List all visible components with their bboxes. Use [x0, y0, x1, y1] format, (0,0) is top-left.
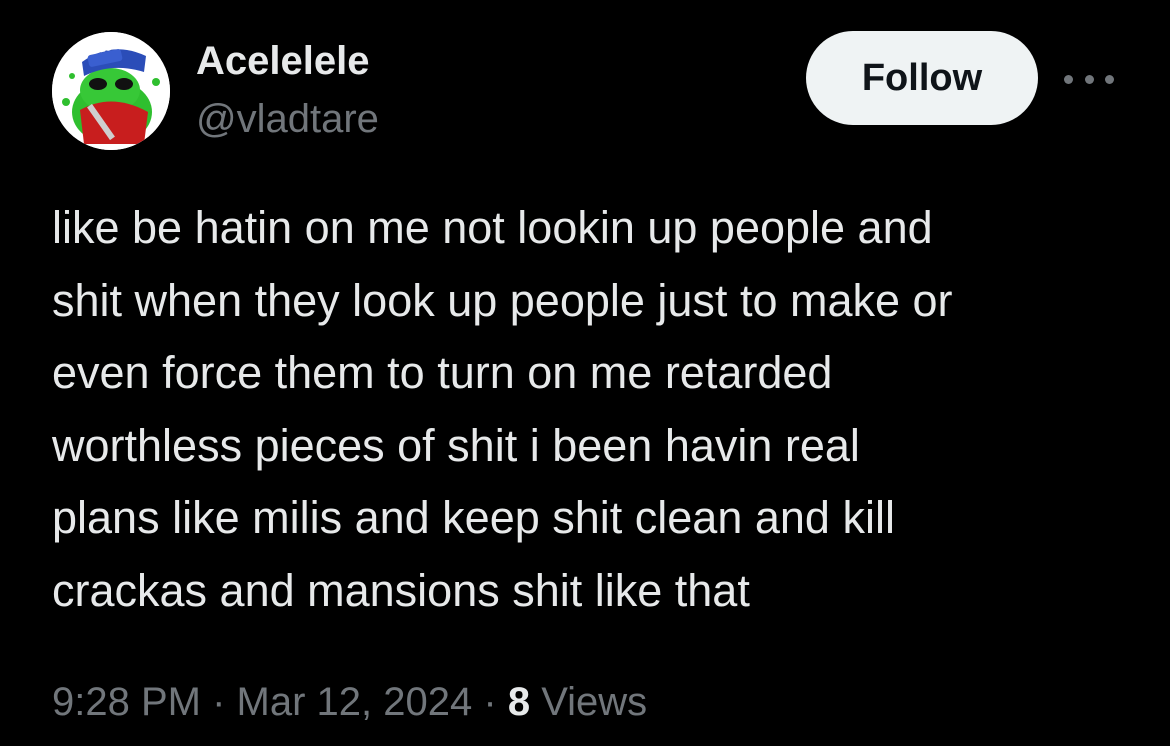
- tweet-card: MLG Acelelele @vladtare Follow like be h…: [0, 0, 1170, 746]
- more-options-button[interactable]: [1064, 64, 1114, 94]
- author-display-name[interactable]: Acelelele: [196, 38, 369, 84]
- tweet-text: like be hatin on me not lookin up people…: [52, 192, 1142, 627]
- tweet-text-line: plans like milis and keep shit clean and…: [52, 492, 895, 543]
- views-count[interactable]: 8: [508, 680, 530, 724]
- meta-separator: ·: [483, 680, 497, 724]
- views-label[interactable]: Views: [541, 680, 647, 724]
- tweet-text-line: like be hatin on me not lookin up people…: [52, 202, 933, 253]
- more-horizontal-icon-dot: [1084, 74, 1094, 84]
- more-horizontal-icon: [1064, 74, 1073, 84]
- follow-button[interactable]: Follow: [806, 31, 1038, 125]
- tweet-text-line: shit when they look up people just to ma…: [52, 274, 953, 326]
- tweet-meta: 9:28 PM · Mar 12, 2024 · 8 Views: [52, 676, 647, 728]
- author-handle[interactable]: @vladtare: [196, 96, 379, 142]
- tweet-text-line: worthless pieces of shit i been havin re…: [52, 419, 860, 471]
- more-horizontal-icon-dot: [1105, 74, 1114, 84]
- tweet-date[interactable]: Mar 12, 2024: [237, 680, 473, 724]
- avatar[interactable]: MLG: [52, 32, 170, 150]
- tweet-time[interactable]: 9:28 PM: [52, 680, 201, 724]
- meta-separator: ·: [212, 680, 226, 724]
- tweet-text-line: even force them to turn on me retarded: [52, 347, 833, 398]
- tweet-text-line: crackas and mansions shit like that: [52, 564, 750, 616]
